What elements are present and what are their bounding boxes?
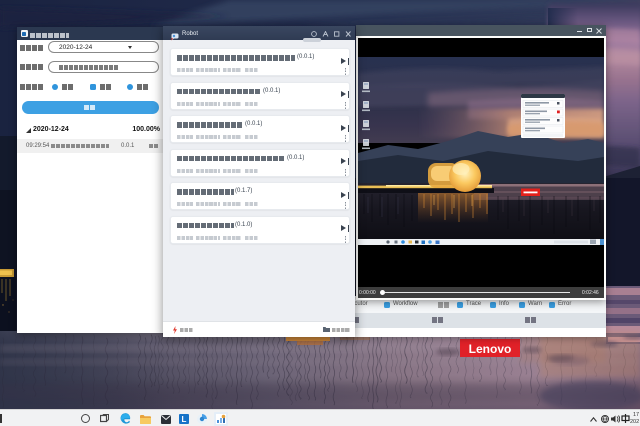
svg-text:Lenovo: Lenovo	[469, 342, 512, 356]
